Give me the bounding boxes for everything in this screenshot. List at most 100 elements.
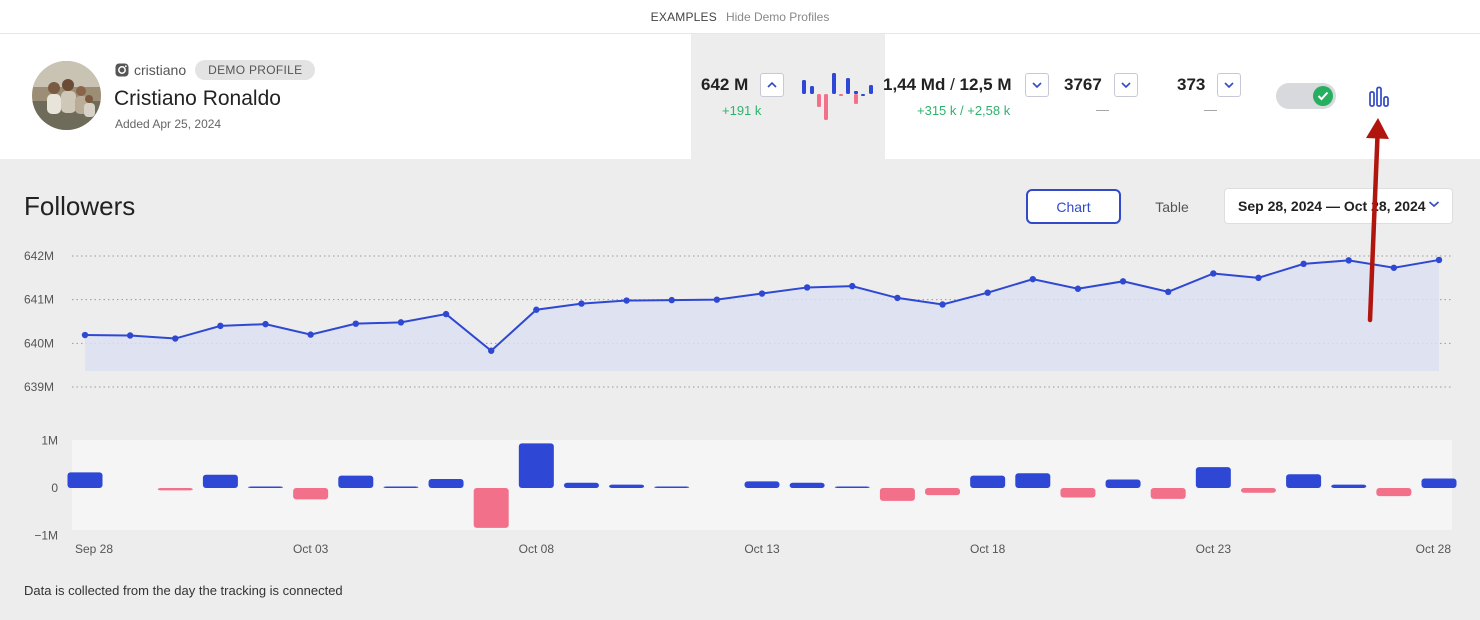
followers-point	[939, 301, 946, 308]
profile-added-date: Added Apr 25, 2024	[115, 117, 222, 131]
change-bar	[1376, 488, 1412, 497]
change-bar	[473, 488, 509, 528]
change-bar	[834, 486, 870, 488]
likes-average-value: 12,5 M	[959, 75, 1012, 94]
change-bar	[925, 488, 961, 496]
followers-point	[172, 335, 179, 342]
likes-value: 1,44 Md	[883, 75, 946, 94]
followers-point	[713, 296, 721, 303]
followers-point	[1029, 275, 1037, 283]
followers-point	[1435, 256, 1443, 264]
followers-section: Followers Chart Table Sep 28, 2024 — Oct…	[0, 159, 1480, 620]
change-bar	[383, 486, 419, 488]
change-bar	[744, 481, 780, 488]
chevron-down-icon	[1224, 82, 1234, 88]
change-bar	[1015, 473, 1051, 488]
followers-point	[442, 310, 450, 318]
avatar-photo	[32, 61, 101, 130]
followers-point	[849, 282, 856, 290]
footnote: Data is collected from the day the track…	[24, 583, 343, 598]
bar-y-tick-label: −1M	[34, 529, 58, 543]
change-bar	[654, 486, 690, 488]
followers-delta: +191 k	[722, 103, 762, 118]
change-bar	[563, 482, 599, 488]
avatar	[32, 61, 101, 130]
profile-header: cristiano DEMO PROFILE Cristiano Ronaldo…	[0, 34, 1480, 159]
x-tick-label: Oct 08	[519, 542, 555, 556]
change-bar	[157, 488, 193, 491]
posts-count: 3767	[1064, 75, 1102, 94]
profile-name: Cristiano Ronaldo	[114, 87, 281, 110]
x-tick-label: Sep 28	[75, 542, 113, 556]
followers-point	[1300, 260, 1307, 268]
change-bar	[338, 475, 374, 488]
following-delta: —	[1204, 102, 1217, 117]
change-bar	[789, 482, 825, 488]
y-tick-label: 639M	[24, 380, 54, 394]
following-expand-button[interactable]	[1217, 73, 1241, 97]
x-tick-label: Oct 18	[970, 542, 1006, 556]
hide-demo-profiles-link[interactable]: Hide Demo Profiles	[726, 10, 829, 24]
likes-separator: /	[945, 75, 960, 94]
change-bar	[248, 486, 284, 488]
followers-point	[1210, 270, 1217, 277]
likes-count: 1,44 Md / 12,5 M	[883, 75, 1012, 95]
change-bar	[1286, 474, 1322, 488]
profile-handle-row: cristiano DEMO PROFILE	[115, 60, 316, 80]
change-bar	[1240, 488, 1276, 493]
change-bar	[1421, 478, 1457, 488]
followers-point	[533, 306, 540, 313]
change-bar	[293, 488, 329, 500]
change-bar	[970, 475, 1006, 488]
change-bar	[1150, 488, 1186, 499]
followers-count: 642 M	[701, 75, 749, 94]
followers-point	[1119, 278, 1127, 285]
bar-y-tick-label: 1M	[41, 434, 58, 448]
change-bar	[1060, 488, 1096, 498]
likes-expand-button[interactable]	[1025, 73, 1049, 97]
followers-point	[397, 319, 405, 326]
tracking-toggle[interactable]	[1276, 83, 1336, 109]
followers-collapse-button[interactable]	[760, 73, 784, 97]
followers-point	[1345, 257, 1352, 264]
followers-point	[1390, 264, 1398, 271]
change-bar	[879, 488, 915, 501]
followers-point	[578, 300, 585, 307]
demo-profile-badge: DEMO PROFILE	[195, 60, 316, 80]
followers-point	[758, 290, 766, 297]
chevron-down-icon	[1121, 82, 1131, 88]
followers-chart: 642M 641M 640M 639M 1M 0 −1M Sep 28 Oct 03 Oct 08…	[24, 249, 1457, 556]
followers-point	[894, 294, 901, 302]
followers-point	[81, 331, 89, 339]
likes-delta: +315 k / +2,58 k	[917, 103, 1011, 118]
chevron-down-icon	[1032, 82, 1042, 88]
followers-sparkline-icon	[802, 73, 873, 120]
demo-banner: EXAMPLES Hide Demo Profiles	[0, 0, 1480, 34]
x-tick-label: Oct 23	[1196, 542, 1232, 556]
x-tick-label: Oct 13	[744, 542, 780, 556]
followers-point	[126, 332, 134, 339]
instagram-icon	[115, 63, 129, 77]
followers-point	[262, 320, 269, 328]
following-count: 373	[1177, 75, 1206, 94]
change-bar	[609, 484, 645, 488]
followers-point	[803, 284, 811, 291]
change-bar	[1331, 484, 1367, 488]
followers-point	[307, 331, 314, 338]
profile-handle: cristiano	[134, 62, 187, 78]
change-bar	[1105, 479, 1141, 488]
posts-expand-button[interactable]	[1114, 73, 1138, 97]
x-tick-label: Oct 28	[1416, 542, 1452, 556]
bar-y-tick-label: 0	[51, 481, 58, 495]
followers-point	[488, 347, 495, 354]
change-bar	[428, 478, 464, 488]
examples-label: EXAMPLES	[650, 9, 717, 24]
posts-delta: —	[1096, 102, 1109, 117]
check-icon	[1313, 86, 1333, 106]
change-bar	[202, 474, 238, 488]
followers-point	[984, 289, 991, 296]
followers-point	[1074, 285, 1082, 292]
followers-point	[668, 296, 675, 304]
bar-chart-button[interactable]	[1367, 86, 1393, 108]
followers-point	[623, 297, 630, 304]
